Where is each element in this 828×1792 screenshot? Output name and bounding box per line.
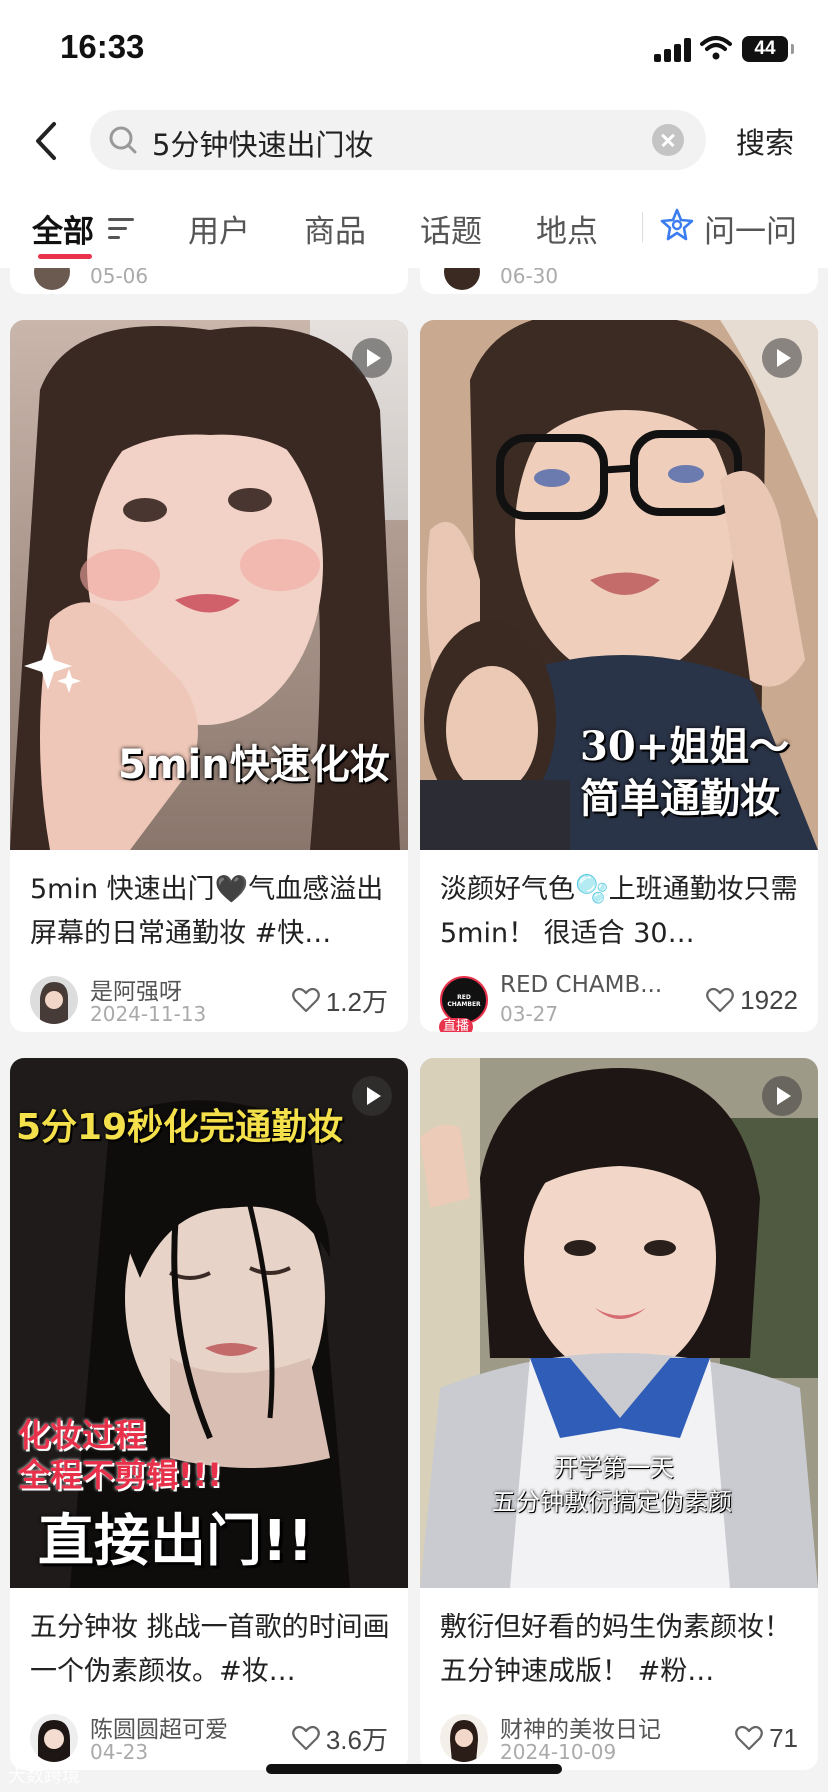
card-cover-image[interactable]: 30+姐姐～ 简单通勤妆	[420, 320, 818, 850]
avatar	[34, 268, 70, 290]
tab-ask[interactable]: 问一问	[704, 206, 797, 251]
video-play-icon	[762, 1076, 802, 1116]
cover-caption: 简单通勤妆	[580, 775, 780, 822]
back-button[interactable]	[28, 116, 68, 166]
wifi-icon	[700, 36, 732, 60]
author-name[interactable]: RED CHAMB...	[500, 972, 662, 998]
like-count: 1.2万	[325, 986, 388, 1017]
battery-icon: 44	[742, 36, 794, 62]
cover-caption: 30+姐姐～	[580, 723, 790, 770]
card-date: 06-30	[500, 268, 559, 288]
heart-icon	[706, 987, 735, 1013]
search-input[interactable]: 5分钟快速出门妆	[90, 110, 706, 170]
card-footer: RED CHAMBER 直播 RED CHAMB... 03-27 1922	[420, 970, 818, 1032]
live-badge: 直播	[439, 1018, 473, 1032]
note-card[interactable]: 开学第一天 五分钟敷衍搞定伪素颜 敷衍但好看的妈生伪素颜妆！五分钟速成版！ #粉…	[420, 1058, 818, 1770]
card-footer: 财神的美妆日记 2024-10-09 71	[420, 1708, 818, 1768]
note-card[interactable]: 5分19秒化完通勤妆 化妆过程 全程不剪辑!!! 直接出门!! 五分钟妆 挑战一…	[10, 1058, 408, 1770]
card-title[interactable]: 淡颜好气色🫧上班通勤妆只需 5min！ 很适合 30…	[440, 868, 800, 956]
card-date: 04-23	[90, 1740, 149, 1764]
card-title[interactable]: 敷衍但好看的妈生伪素颜妆！五分钟速成版！ #粉…	[440, 1606, 800, 1694]
tab-divider	[642, 212, 643, 242]
card-cover-image[interactable]: 5min快速化妆	[10, 320, 408, 850]
tab-products[interactable]: 商品	[304, 206, 366, 251]
sparkle-star-icon	[660, 208, 694, 241]
cover-caption: 5分19秒化完通勤妆	[16, 1107, 344, 1148]
home-indicator[interactable]	[266, 1764, 562, 1774]
heart-icon	[291, 987, 320, 1013]
cellular-signal-icon	[654, 38, 694, 62]
watermark: 大数跨境	[8, 1766, 80, 1787]
clear-search-button[interactable]	[652, 124, 684, 156]
video-play-icon	[352, 338, 392, 378]
tab-topics[interactable]: 话题	[420, 206, 482, 251]
search-results-feed[interactable]: 05-06 06-30 5min快速化妆 5min 快速出门🖤气血感溢出屏幕的日…	[0, 268, 828, 1792]
card-cover-image[interactable]: 开学第一天 五分钟敷衍搞定伪素颜	[420, 1058, 818, 1588]
status-time: 16:33	[60, 28, 145, 65]
card-date: 03-27	[500, 1002, 559, 1026]
video-play-icon	[352, 1076, 392, 1116]
avatar[interactable]	[30, 976, 78, 1024]
card-date: 2024-10-09	[500, 1740, 617, 1764]
author-name[interactable]: 陈圆圆超可爱	[90, 1710, 228, 1744]
like-count: 1922	[740, 984, 798, 1015]
heart-icon	[735, 1725, 763, 1751]
filter-tabs: 全部 用户 商品 话题 地点 问一问	[0, 186, 828, 268]
cover-caption: 五分钟敷衍搞定伪素颜	[492, 1488, 732, 1516]
author-name[interactable]: 财神的美妆日记	[500, 1710, 661, 1744]
filter-icon[interactable]	[108, 218, 134, 240]
card-date: 05-06	[90, 268, 149, 288]
avatar[interactable]	[440, 1714, 488, 1762]
avatar[interactable]	[30, 1714, 78, 1762]
cover-caption: 5min快速化妆	[118, 742, 390, 788]
tab-users[interactable]: 用户	[188, 206, 250, 251]
tab-active-indicator	[38, 254, 92, 259]
status-bar: 16:33 44	[0, 0, 828, 96]
video-play-icon	[762, 338, 802, 378]
avatar	[444, 268, 480, 290]
like-button[interactable]: 71	[735, 1722, 798, 1754]
note-card[interactable]: 30+姐姐～ 简单通勤妆 淡颜好气色🫧上班通勤妆只需 5min！ 很适合 30……	[420, 320, 818, 1032]
avatar[interactable]: RED CHAMBER	[440, 976, 488, 1024]
search-button[interactable]: 搜索	[736, 120, 794, 162]
like-button[interactable]: 1.2万	[291, 984, 388, 1017]
cover-caption: 全程不剪辑!!!	[18, 1456, 222, 1494]
search-header: 5分钟快速出门妆 搜索	[0, 96, 828, 186]
search-query[interactable]: 5分钟快速出门妆	[152, 122, 373, 164]
cover-caption: 开学第一天	[554, 1454, 674, 1482]
search-icon	[109, 126, 137, 154]
previous-card-footer[interactable]: 05-06	[10, 268, 408, 294]
like-button[interactable]: 3.6万	[291, 1722, 388, 1755]
cover-caption: 直接出门!!	[38, 1509, 314, 1574]
like-count: 3.6万	[325, 1724, 388, 1755]
card-footer: 是阿强呀 2024-11-13 1.2万	[10, 970, 408, 1030]
like-count: 71	[769, 1722, 798, 1753]
like-button[interactable]: 1922	[706, 984, 798, 1016]
card-footer: 陈圆圆超可爱 04-23 3.6万	[10, 1708, 408, 1768]
card-title[interactable]: 5min 快速出门🖤气血感溢出屏幕的日常通勤妆 #快…	[30, 868, 390, 956]
card-cover-image[interactable]: 5分19秒化完通勤妆 化妆过程 全程不剪辑!!! 直接出门!!	[10, 1058, 408, 1588]
tab-all[interactable]: 全部	[32, 206, 94, 251]
heart-icon	[291, 1725, 320, 1751]
card-date: 2024-11-13	[90, 1002, 207, 1026]
previous-card-footer[interactable]: 06-30	[420, 268, 818, 294]
note-card[interactable]: 5min快速化妆 5min 快速出门🖤气血感溢出屏幕的日常通勤妆 #快… 是阿强…	[10, 320, 408, 1032]
avatar-brand-text: RED CHAMBER	[447, 994, 481, 1008]
tab-places[interactable]: 地点	[536, 206, 598, 251]
card-title[interactable]: 五分钟妆 挑战一首歌的时间画一个伪素颜妆。#妆…	[30, 1606, 390, 1694]
author-name[interactable]: 是阿强呀	[90, 972, 182, 1006]
